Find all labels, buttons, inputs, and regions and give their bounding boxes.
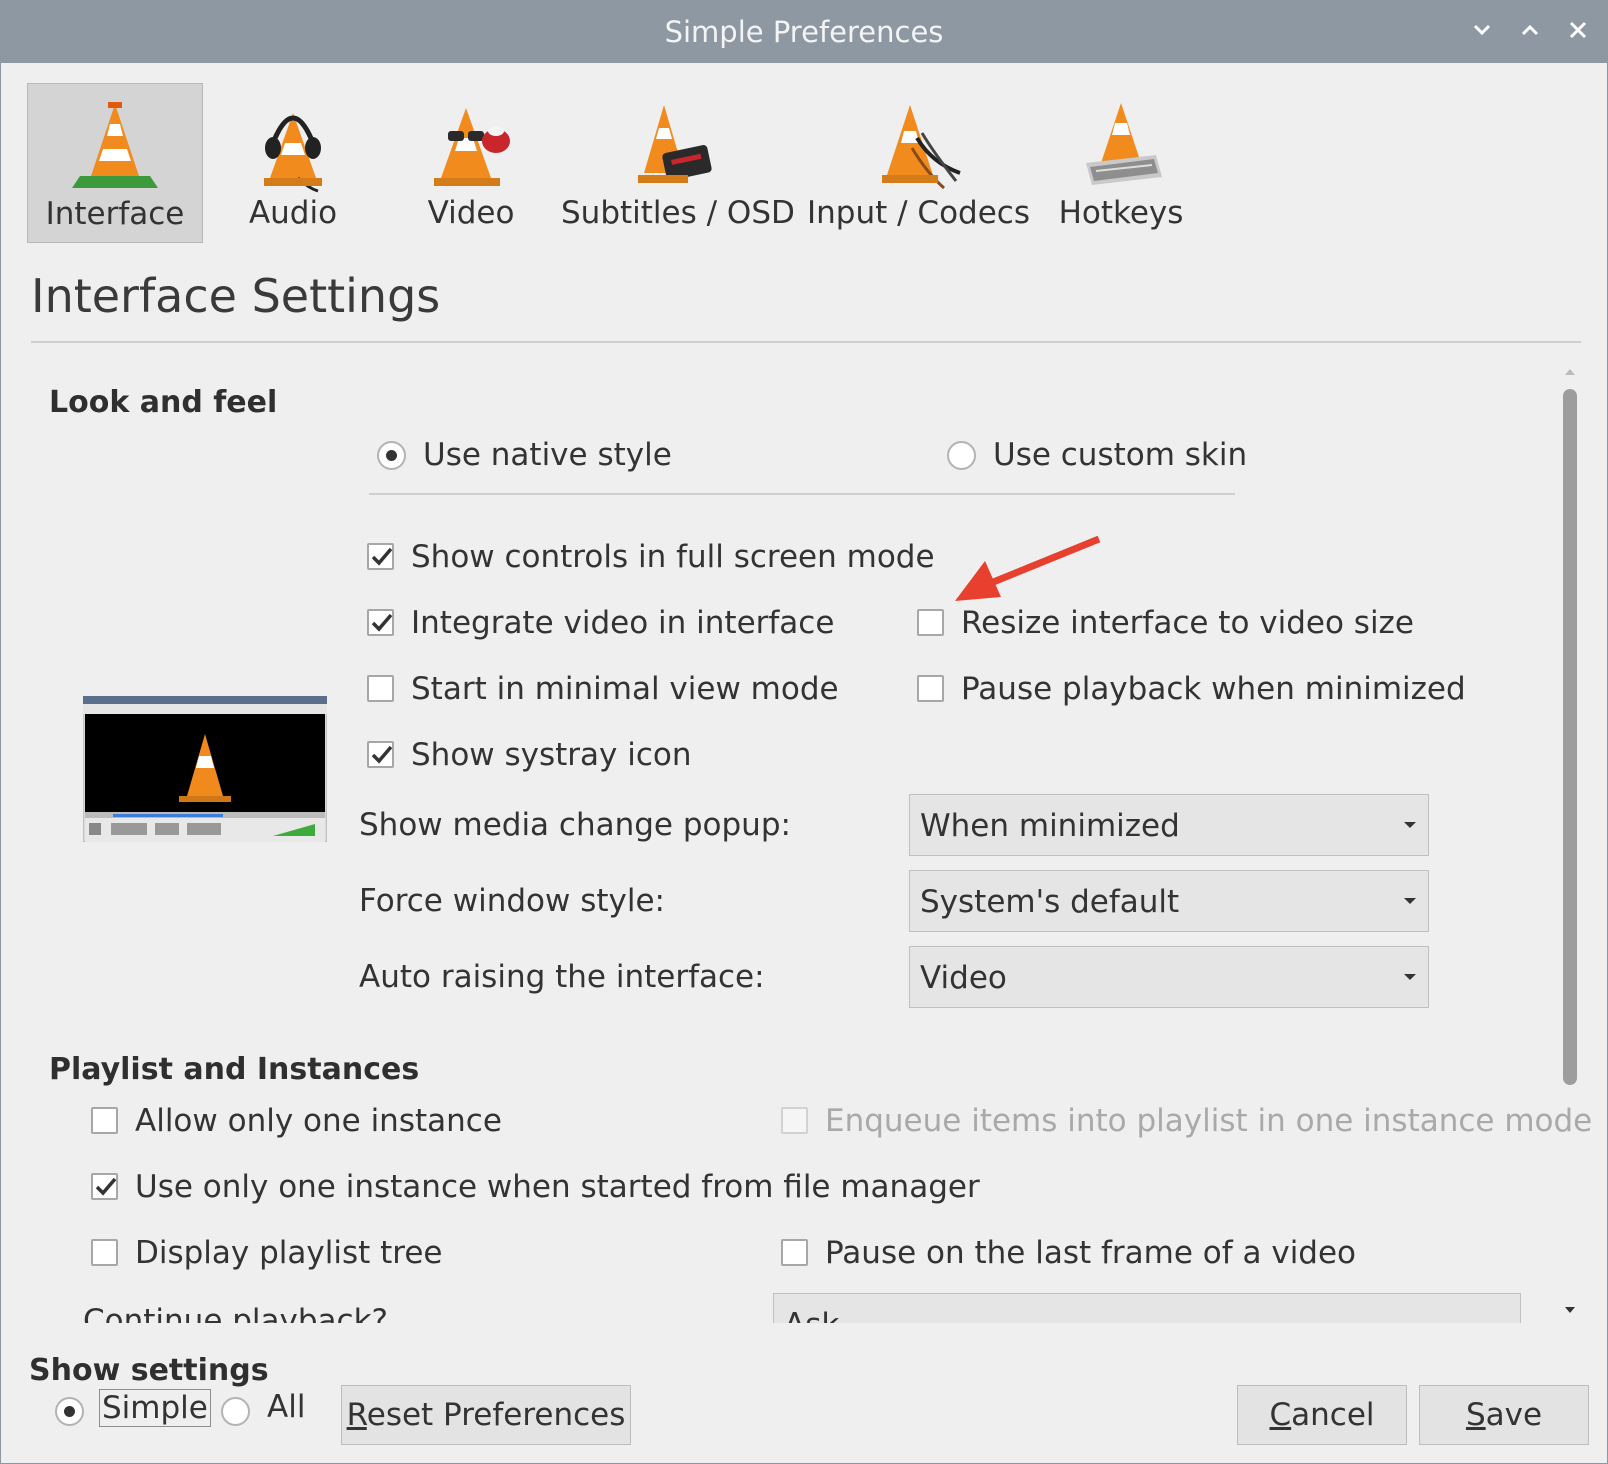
category-hotkeys[interactable]: Hotkeys [1033,83,1209,243]
integrate-video-label: Integrate video in interface [411,605,835,641]
category-video[interactable]: Video [383,83,559,243]
pause-minimized-label: Pause playback when minimized [961,671,1466,707]
checkmark-icon [371,547,393,566]
close-button[interactable] [1563,15,1593,45]
chevron-down-icon [1473,24,1491,36]
one-instance-file-manager-label: Use only one instance when started from … [135,1169,980,1205]
mnemonic: R [346,1397,367,1433]
clipped-scroll-row: Continue playback? Ask [31,1291,1531,1323]
continue-playback-label: Continue playback? [83,1303,389,1323]
one-instance-label: Allow only one instance [135,1103,502,1139]
heading-divider [31,341,1581,343]
systray-icon-label: Show systray icon [411,737,692,773]
preferences-window: Simple Preferences Interface Audio Video… [0,0,1608,1464]
auto-raising-label: Auto raising the interface: [359,959,765,995]
category-label: Interface [45,196,185,232]
vlc-cone-interface-icon [72,102,158,188]
enqueue-items-checkbox[interactable] [781,1107,808,1134]
dropdown-arrow-icon [1404,822,1416,828]
select-value: When minimized [920,808,1180,844]
section-look-and-feel: Look and feel [49,385,278,420]
show-settings-title: Show settings [29,1353,269,1388]
interface-preview-image [83,696,327,842]
minimize-button[interactable] [1467,15,1497,45]
minimal-view-checkbox[interactable] [367,675,394,702]
checkmark-icon [371,745,393,764]
scroll-down-arrow-icon[interactable] [1565,1307,1575,1313]
native-style-label: Use native style [423,437,672,473]
title-bar[interactable]: Simple Preferences [1,1,1607,63]
category-label: Input / Codecs [807,195,1030,231]
custom-skin-label: Use custom skin [993,437,1248,473]
window-title: Simple Preferences [664,15,944,49]
integrate-video-checkbox[interactable] [367,609,394,636]
category-interface[interactable]: Interface [27,83,203,243]
vlc-cone-glasses-icon [434,108,510,186]
vlc-cone-headphones-icon [264,113,322,193]
show-controls-fullscreen-checkbox[interactable] [367,543,394,570]
category-audio[interactable]: Audio [205,83,381,243]
button-label: ave [1485,1397,1543,1433]
playlist-tree-checkbox[interactable] [91,1239,118,1266]
vlc-cone-subtitles-icon [638,105,712,183]
category-label: Audio [248,195,338,231]
resize-interface-checkbox[interactable] [917,609,944,636]
native-style-radio[interactable] [377,441,406,470]
pause-minimized-checkbox[interactable] [917,675,944,702]
media-change-popup-label: Show media change popup: [359,807,791,843]
pause-last-frame-checkbox[interactable] [781,1239,808,1266]
annotation-arrow-icon [955,535,1101,601]
button-label: ancel [1291,1397,1375,1433]
checkmark-icon [371,613,393,632]
radio-selected-dot [386,450,397,461]
media-change-popup-select[interactable]: When minimized [909,794,1429,856]
select-value: System's default [920,884,1180,920]
close-icon [1569,21,1587,39]
pause-last-frame-label: Pause on the last frame of a video [825,1235,1357,1271]
show-controls-fullscreen-label: Show controls in full screen mode [411,539,935,575]
one-instance-checkbox[interactable] [91,1107,118,1134]
chevron-up-icon [1521,24,1539,36]
category-label: Subtitles / OSD [561,195,795,231]
page-title: Interface Settings [31,269,441,323]
all-settings-label: All [267,1389,306,1425]
maximize-button[interactable] [1515,15,1545,45]
button-label: eset Preferences [366,1397,626,1433]
simple-settings-label[interactable]: Simple [99,1389,211,1427]
cancel-button[interactable]: Cancel [1237,1385,1407,1445]
systray-icon-checkbox[interactable] [367,741,394,768]
minimal-view-label: Start in minimal view mode [411,671,839,707]
dropdown-arrow-icon [1404,898,1416,904]
dropdown-arrow-icon [1404,974,1416,980]
one-instance-file-manager-checkbox[interactable] [91,1173,118,1200]
checkmark-icon [95,1177,117,1196]
category-label: Video [427,195,515,231]
vlc-cone-keyboard-icon [1086,103,1162,185]
reset-preferences-button[interactable]: Reset Preferences [341,1385,631,1445]
select-value: Video [920,960,1007,996]
section-playlist-instances: Playlist and Instances [49,1052,420,1087]
radio-selected-dot [64,1406,75,1417]
vlc-cone-cables-icon [882,105,961,190]
category-label: Hotkeys [1058,195,1184,231]
category-subtitles-osd[interactable]: Subtitles / OSD [561,83,795,243]
continue-playback-select[interactable]: Ask [773,1293,1521,1323]
category-input-codecs[interactable]: Input / Codecs [807,83,1030,243]
auto-raising-select[interactable]: Video [909,946,1429,1008]
scroll-up-arrow-icon[interactable] [1565,369,1575,375]
all-settings-radio[interactable] [221,1397,250,1426]
force-window-style-label: Force window style: [359,883,665,919]
style-divider [369,493,1235,495]
select-value: Ask [784,1307,839,1323]
custom-skin-radio[interactable] [947,441,976,470]
mnemonic: S [1465,1397,1486,1433]
enqueue-items-label: Enqueue items into playlist in one insta… [825,1103,1593,1139]
simple-settings-radio[interactable] [55,1397,84,1426]
mnemonic: C [1269,1397,1292,1433]
save-button[interactable]: Save [1419,1385,1589,1445]
playlist-tree-label: Display playlist tree [135,1235,443,1271]
scrollbar-thumb[interactable] [1563,389,1577,1085]
force-window-style-select[interactable]: System's default [909,870,1429,932]
